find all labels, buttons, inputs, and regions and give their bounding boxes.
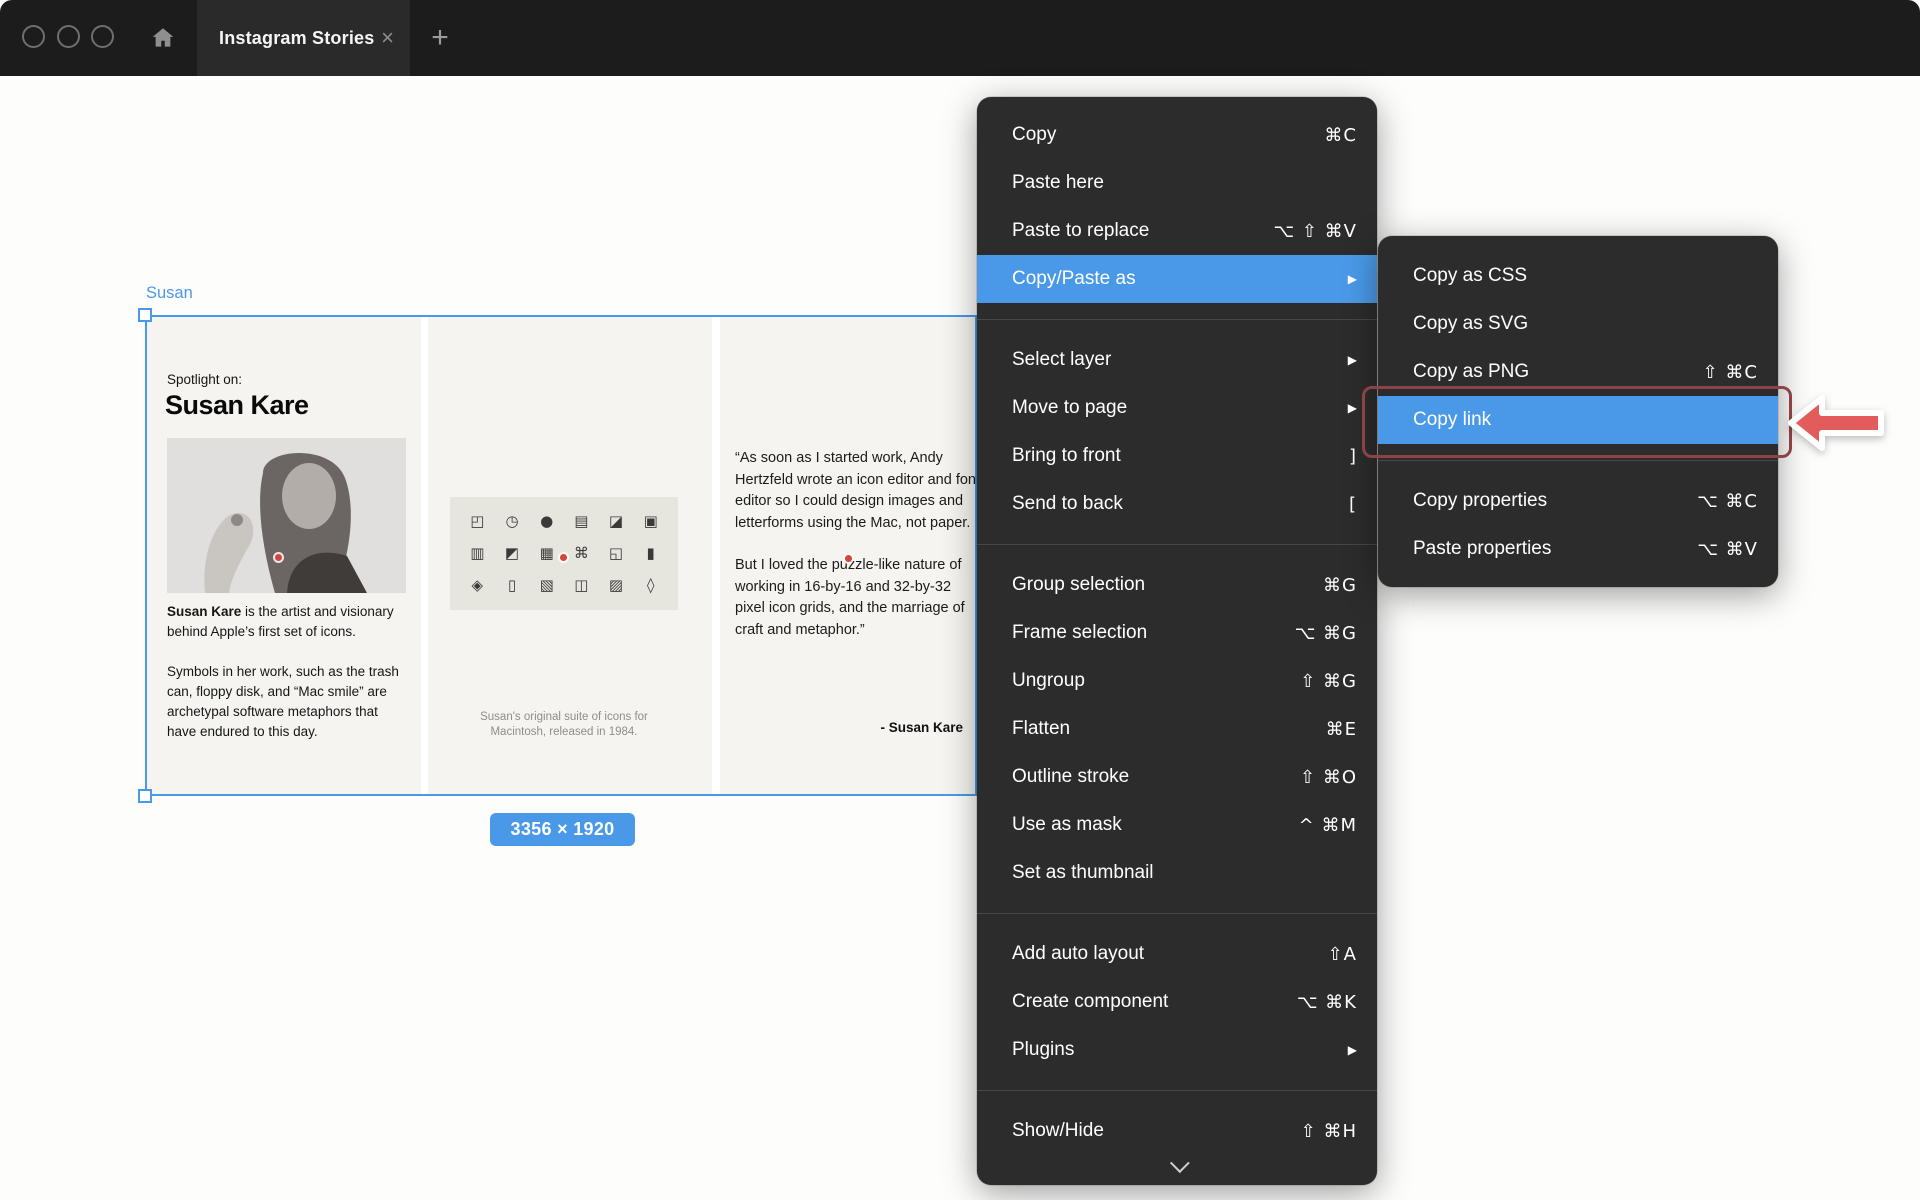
menu-item-label: Bring to front bbox=[1012, 445, 1121, 467]
selection-handle-bottom-left[interactable] bbox=[138, 789, 152, 803]
menu-item-shortcut: ⇧A bbox=[1328, 944, 1357, 965]
menu-item-copy-as-svg[interactable]: Copy as SVG bbox=[1378, 300, 1778, 348]
menu-item-label: Paste here bbox=[1012, 172, 1104, 194]
menu-item-label: Send to back bbox=[1012, 493, 1123, 515]
menu-item-ungroup[interactable]: Ungroup ⇧ ⌘G bbox=[977, 657, 1377, 705]
menu-item-paste-here[interactable]: Paste here bbox=[977, 159, 1377, 207]
menu-item-shortcut: ⌥ ⌘K bbox=[1297, 992, 1357, 1013]
menu-item-shortcut: ⌘C bbox=[1324, 125, 1357, 146]
menu-item-outline-stroke[interactable]: Outline stroke ⇧ ⌘O bbox=[977, 753, 1377, 801]
marker-dot-icon bbox=[560, 554, 567, 561]
frame-name-label[interactable]: Susan bbox=[146, 284, 193, 303]
home-icon[interactable] bbox=[150, 25, 176, 51]
menu-item-shortcut: ^ ⌘M bbox=[1299, 815, 1357, 836]
menu-item-paste-properties[interactable]: Paste properties ⌥ ⌘V bbox=[1378, 525, 1778, 573]
menu-item-move-to-page[interactable]: Move to page ▶ bbox=[977, 384, 1377, 432]
chevron-down-icon bbox=[1170, 1153, 1190, 1173]
menu-item-label: Flatten bbox=[1012, 718, 1070, 740]
menu-item-use-as-mask[interactable]: Use as mask ^ ⌘M bbox=[977, 801, 1377, 849]
menu-item-shortcut: ⇧ ⌘H bbox=[1301, 1121, 1357, 1142]
menu-item-shortcut: ⌘G bbox=[1323, 575, 1357, 596]
menu-item-label: Set as thumbnail bbox=[1012, 862, 1154, 884]
menu-item-label: Frame selection bbox=[1012, 622, 1147, 644]
menu-item-group-selection[interactable]: Group selection ⌘G bbox=[977, 561, 1377, 609]
submenu-arrow-icon: ▶ bbox=[1348, 401, 1357, 415]
tab-instagram-stories[interactable]: Instagram Stories × bbox=[197, 0, 410, 76]
submenu-arrow-icon: ▶ bbox=[1348, 353, 1357, 367]
menu-item-shortcut: ⇧ ⌘G bbox=[1300, 671, 1357, 692]
menu-item-show-hide[interactable]: Show/Hide ⇧ ⌘H bbox=[977, 1107, 1377, 1155]
window-control-minimize-icon[interactable] bbox=[57, 25, 80, 48]
menu-item-shortcut: ] bbox=[1349, 446, 1357, 467]
app-window: Instagram Stories × + Susan Spotlight on… bbox=[0, 0, 1920, 1200]
menu-item-copy[interactable]: Copy ⌘C bbox=[977, 111, 1377, 159]
menu-item-label: Use as mask bbox=[1012, 814, 1122, 836]
menu-item-shortcut: ⌥ ⌘C bbox=[1697, 491, 1758, 512]
menu-item-select-layer[interactable]: Select layer ▶ bbox=[977, 336, 1377, 384]
window-control-close-icon[interactable] bbox=[22, 25, 45, 48]
menu-item-label: Outline stroke bbox=[1012, 766, 1129, 788]
menu-item-label: Copy/Paste as bbox=[1012, 268, 1136, 290]
menu-item-label: Select layer bbox=[1012, 349, 1111, 371]
menu-item-copy-paste-as[interactable]: Copy/Paste as ▶ bbox=[977, 255, 1377, 303]
window-control-zoom-icon[interactable] bbox=[91, 25, 114, 48]
menu-item-shortcut: [ bbox=[1349, 494, 1357, 515]
menu-item-label: Ungroup bbox=[1012, 670, 1085, 692]
menu-item-shortcut: ⇧ ⌘C bbox=[1703, 362, 1758, 383]
menu-item-label: Copy as PNG bbox=[1413, 361, 1529, 383]
menu-item-plugins[interactable]: Plugins ▶ bbox=[977, 1026, 1377, 1074]
tab-title: Instagram Stories bbox=[219, 28, 374, 49]
submenu-arrow-icon: ▶ bbox=[1348, 1043, 1357, 1057]
menu-item-shortcut: ⌥ ⇧ ⌘V bbox=[1273, 221, 1357, 242]
menu-item-add-auto-layout[interactable]: Add auto layout ⇧A bbox=[977, 930, 1377, 978]
menu-item-label: Copy bbox=[1012, 124, 1056, 146]
selection-handle-top-left[interactable] bbox=[138, 308, 152, 322]
menu-item-send-to-back[interactable]: Send to back [ bbox=[977, 480, 1377, 528]
tab-close-icon[interactable]: × bbox=[377, 0, 398, 76]
menu-item-label: Copy as SVG bbox=[1413, 313, 1528, 335]
menu-item-label: Paste to replace bbox=[1012, 220, 1149, 242]
menu-item-label: Show/Hide bbox=[1012, 1120, 1104, 1142]
top-bar: Instagram Stories × + bbox=[0, 0, 1920, 76]
menu-item-label: Paste properties bbox=[1413, 538, 1551, 560]
dimensions-badge: 3356 × 1920 bbox=[490, 813, 635, 846]
menu-item-shortcut: ⌘E bbox=[1326, 719, 1357, 740]
menu-item-set-as-thumbnail[interactable]: Set as thumbnail bbox=[977, 849, 1377, 897]
menu-item-label: Plugins bbox=[1012, 1039, 1074, 1061]
menu-item-label: Group selection bbox=[1012, 574, 1145, 596]
menu-item-flatten[interactable]: Flatten ⌘E bbox=[977, 705, 1377, 753]
menu-item-shortcut: ⇧ ⌘O bbox=[1300, 767, 1357, 788]
menu-divider bbox=[977, 544, 1377, 545]
menu-item-label: Add auto layout bbox=[1012, 943, 1144, 965]
menu-divider bbox=[1378, 460, 1778, 461]
menu-item-copy-properties[interactable]: Copy properties ⌥ ⌘C bbox=[1378, 477, 1778, 525]
annotation-highlight-box bbox=[1362, 386, 1792, 458]
menu-item-bring-to-front[interactable]: Bring to front] bbox=[977, 432, 1377, 480]
scroll-more-indicator[interactable] bbox=[977, 1155, 1377, 1179]
menu-item-label: Copy properties bbox=[1413, 490, 1547, 512]
menu-divider bbox=[977, 1090, 1377, 1091]
menu-item-copy-as-css[interactable]: Copy as CSS bbox=[1378, 252, 1778, 300]
menu-item-shortcut: ⌥ ⌘G bbox=[1295, 623, 1357, 644]
menu-divider bbox=[977, 319, 1377, 320]
submenu-arrow-icon: ▶ bbox=[1348, 272, 1357, 286]
menu-item-frame-selection[interactable]: Frame selection ⌥ ⌘G bbox=[977, 609, 1377, 657]
context-menu: Copy ⌘C Paste here Paste to replace ⌥ ⇧ ⌘V Co… bbox=[977, 97, 1377, 1185]
menu-item-create-component[interactable]: Create component ⌥ ⌘K bbox=[977, 978, 1377, 1026]
menu-divider bbox=[977, 913, 1377, 914]
new-tab-button[interactable]: + bbox=[420, 0, 460, 76]
menu-item-label: Move to page bbox=[1012, 397, 1127, 419]
marker-dot-icon bbox=[845, 555, 852, 562]
menu-item-paste-to-replace[interactable]: Paste to replace ⌥ ⇧ ⌘V bbox=[977, 207, 1377, 255]
menu-item-label: Create component bbox=[1012, 991, 1168, 1013]
menu-item-shortcut: ⌥ ⌘V bbox=[1697, 539, 1758, 560]
menu-item-label: Copy as CSS bbox=[1413, 265, 1527, 287]
annotation-arrow-icon bbox=[1786, 392, 1886, 454]
